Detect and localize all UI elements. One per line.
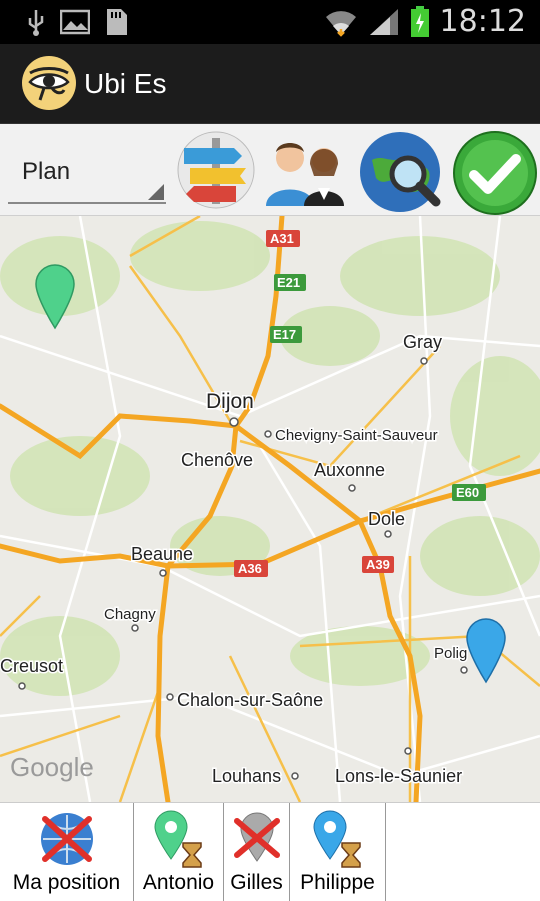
check-icon	[453, 131, 537, 215]
place-label: Creusot	[0, 656, 63, 676]
road-shield-a36: A36	[238, 561, 262, 576]
place-label: Polig	[434, 645, 467, 662]
grey-marker-disabled-icon	[233, 812, 280, 862]
map-type-select[interactable]: Plan	[8, 144, 166, 204]
road-shield-e21: E21	[277, 275, 300, 290]
map-type-value: Plan	[22, 158, 71, 185]
globe-search-icon	[360, 132, 441, 212]
image-icon	[60, 9, 90, 35]
google-watermark: Google	[10, 752, 94, 782]
person-philippe[interactable]: Philippe	[290, 803, 386, 901]
map-marker-green[interactable]	[35, 264, 75, 330]
place-label: Lons-le-Saunier	[335, 766, 462, 786]
app-bar: Ubi Es	[0, 44, 540, 124]
globe-disabled-icon	[40, 813, 93, 865]
person-label: Philippe	[300, 871, 375, 894]
search-location-button[interactable]	[358, 130, 441, 212]
road-shield-a31: A31	[270, 231, 294, 246]
wifi-icon	[325, 10, 356, 37]
place-label: Chalon-sur-Saône	[177, 690, 323, 710]
toolbar: Plan	[0, 124, 540, 216]
people-icon	[266, 143, 344, 206]
directions-button[interactable]	[176, 130, 256, 210]
road-shield-e60: E60	[456, 485, 479, 500]
people-bar: Ma position Antonio Gilles Philippe	[0, 802, 540, 901]
person-antonio[interactable]: Antonio	[134, 803, 224, 901]
person-gilles[interactable]: Gilles	[224, 803, 290, 901]
map-canvas[interactable]: A31 E21 E17 E60 A36 A39 Dijon Chenôve Ch…	[0, 216, 540, 802]
person-label: Ma position	[12, 871, 121, 894]
status-time: 18:12	[439, 4, 526, 39]
dropdown-arrow-icon	[148, 184, 164, 200]
contacts-button[interactable]	[262, 130, 344, 210]
person-label: Antonio	[142, 871, 215, 894]
signal-icon	[369, 8, 398, 35]
status-bar: 18:12	[0, 0, 540, 44]
person-my-position[interactable]: Ma position	[0, 803, 134, 901]
sd-card-icon	[107, 9, 127, 35]
person-label: Gilles	[230, 871, 283, 894]
road-shield-a39: A39	[366, 557, 390, 572]
place-label: Dijon	[206, 390, 254, 413]
road-shield-e17: E17	[273, 327, 296, 342]
blue-marker-hourglass-icon	[312, 810, 361, 868]
place-label: Gray	[403, 332, 442, 352]
usb-icon	[28, 10, 44, 36]
validate-button[interactable]	[452, 130, 537, 215]
app-title: Ubi Es	[84, 68, 167, 99]
map-view[interactable]: A31 E21 E17 E60 A36 A39 Dijon Chenôve Ch…	[0, 216, 540, 802]
place-label: Auxonne	[314, 460, 385, 480]
place-label: Chagny	[104, 606, 156, 623]
place-label: Chevigny-Saint-Sauveur	[275, 427, 438, 444]
app-logo	[22, 56, 76, 110]
place-label: Chenôve	[181, 450, 253, 470]
eye-of-horus-icon	[28, 67, 70, 101]
place-label: Louhans	[212, 766, 281, 786]
map-marker-blue[interactable]	[466, 618, 506, 684]
place-label: Dole	[368, 509, 405, 529]
place-label: Beaune	[131, 544, 193, 564]
signpost-icon	[177, 131, 255, 209]
battery-icon	[410, 5, 429, 37]
green-marker-hourglass-icon	[153, 810, 202, 868]
